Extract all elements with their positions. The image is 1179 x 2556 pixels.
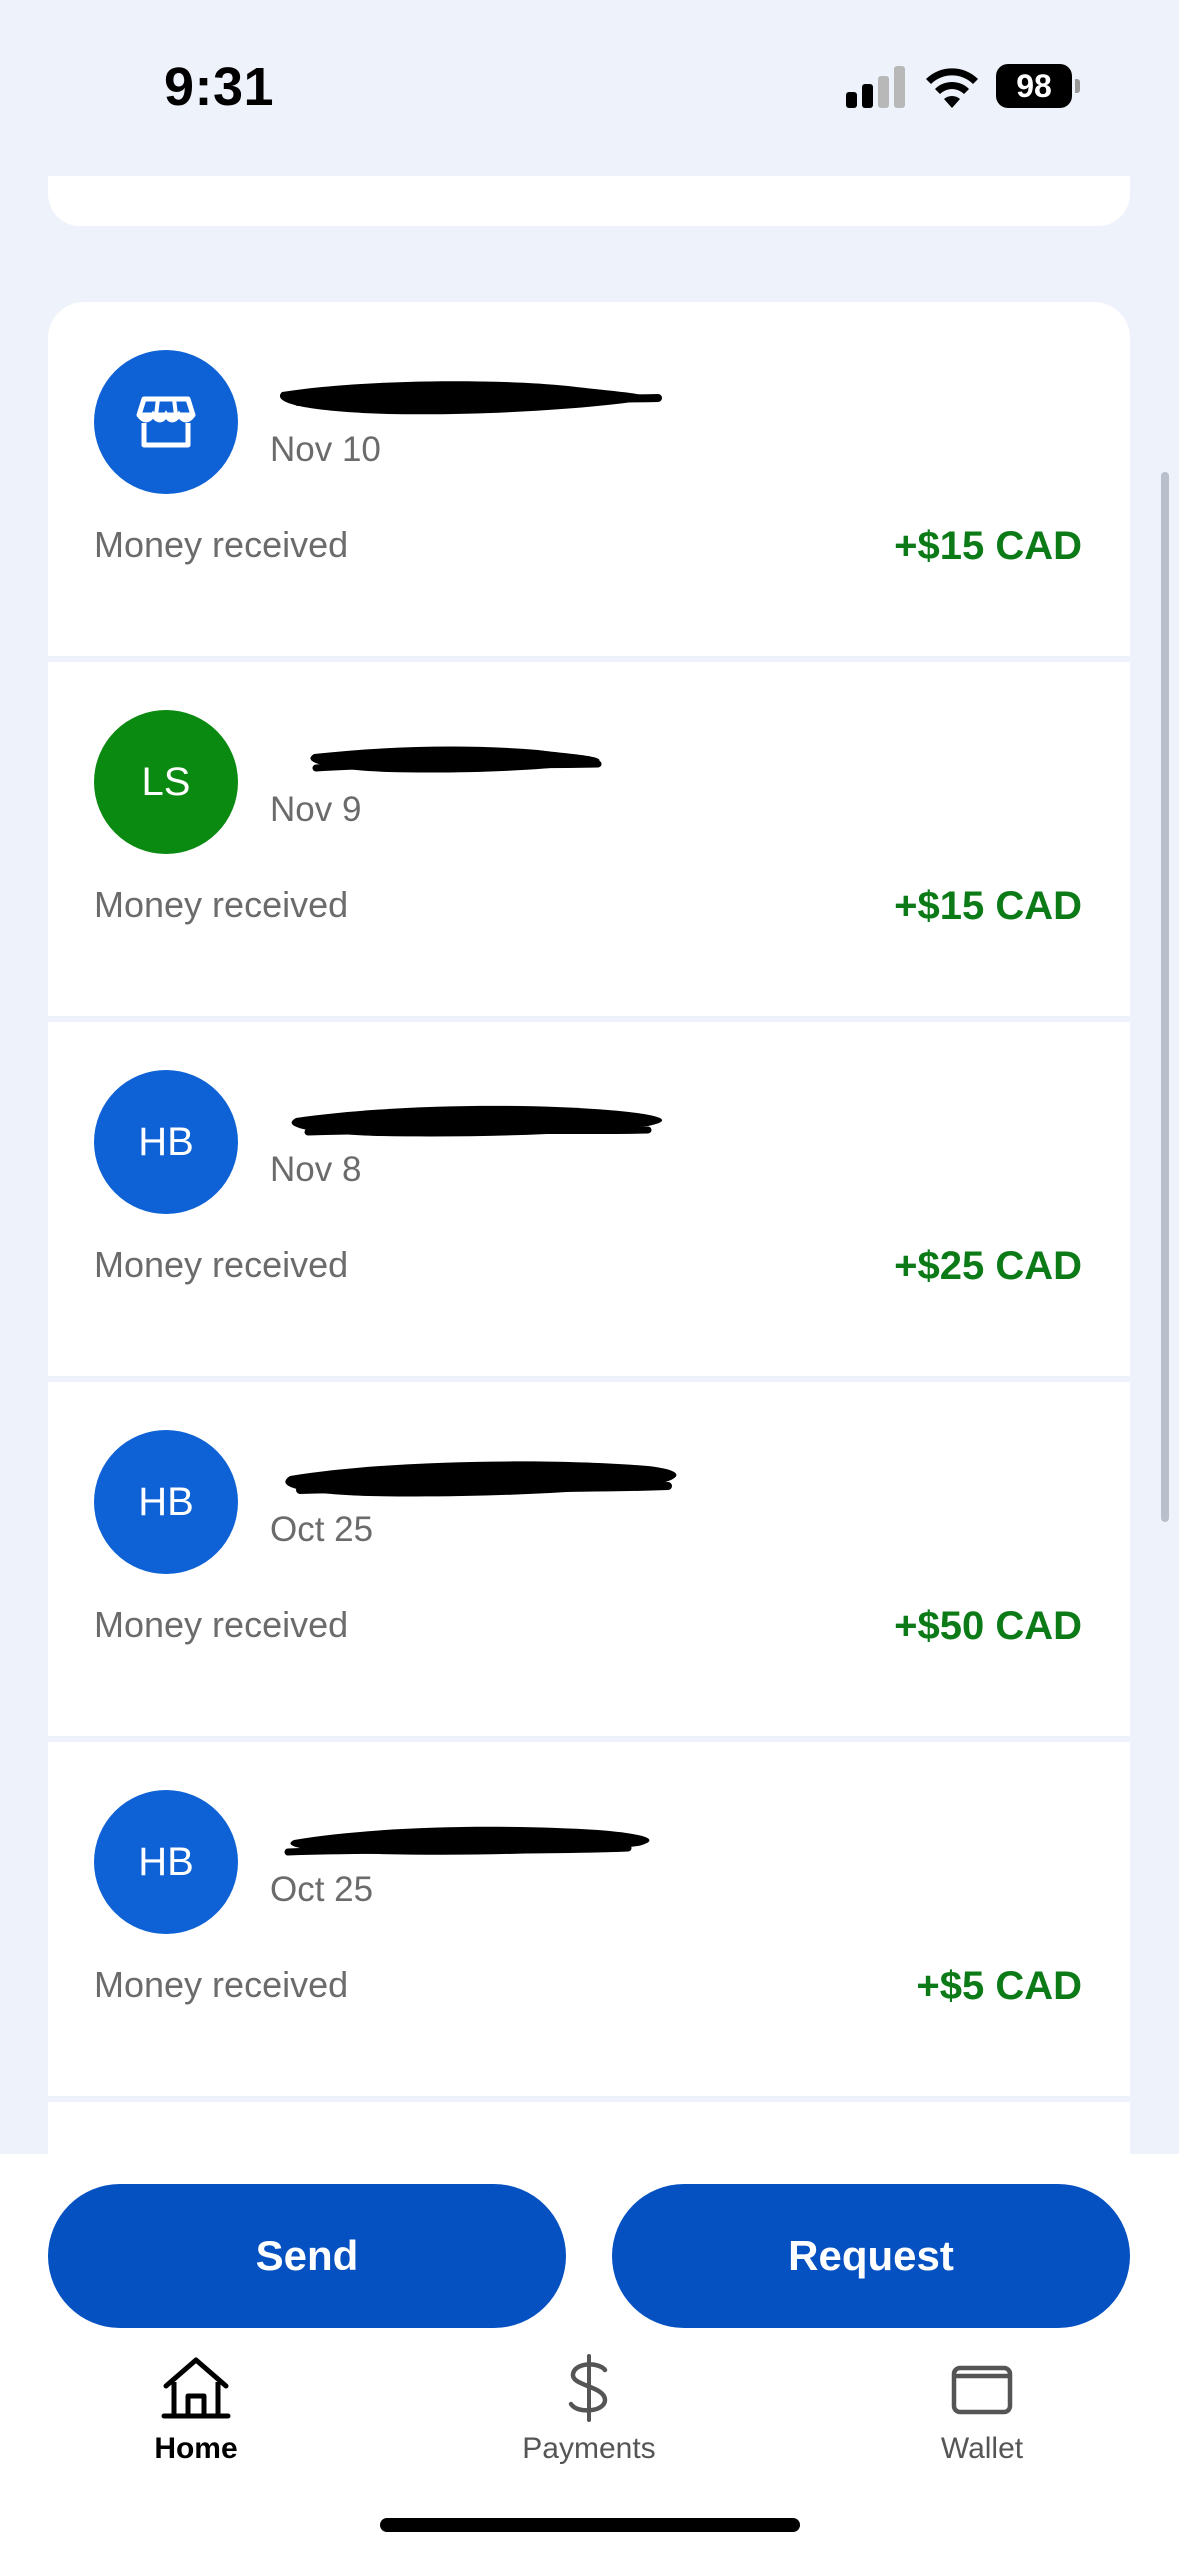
status-bar: 9:31 98 (0, 0, 1179, 176)
transaction-amount: +$50 CAD (894, 1604, 1082, 1648)
redacted-name (310, 746, 602, 773)
tab-wallet[interactable]: Wallet (862, 2352, 1102, 2466)
wifi-icon (926, 68, 978, 108)
redacted-name (279, 381, 662, 415)
wallet-icon (951, 2365, 1013, 2415)
home-icon (161, 2357, 231, 2419)
transaction-description: Money received (94, 1244, 349, 1285)
transaction-item[interactable]: LS Nov 9 Money received +$15 CAD (48, 662, 1130, 1016)
transaction-date: Nov 10 (270, 430, 381, 469)
send-button[interactable]: Send (48, 2184, 566, 2328)
dollar-icon (568, 2354, 608, 2422)
request-button[interactable]: Request (612, 2184, 1130, 2328)
transaction-amount: +$15 CAD (894, 524, 1082, 568)
transaction-amount: +$15 CAD (894, 884, 1082, 928)
battery-level: 98 (1016, 68, 1052, 104)
transaction-description: Money received (94, 524, 349, 565)
redacted-name (284, 1826, 650, 1856)
transaction-description: Money received (94, 1964, 349, 2005)
transaction-item[interactable]: HB Oct 25 Money received +$5 CAD (48, 1742, 1130, 2096)
home-indicator (380, 2518, 800, 2532)
transaction-item[interactable]: HB Nov 8 Money received +$25 CAD (48, 1022, 1130, 1376)
battery-indicator: 98 (996, 64, 1080, 108)
transaction-item[interactable]: Nov 10 Money received +$15 CAD (48, 302, 1130, 656)
avatar: HB (94, 1430, 238, 1574)
cellular-signal-icon (846, 66, 906, 108)
transaction-date: Oct 25 (270, 1510, 374, 1549)
tab-payments[interactable]: Payments (469, 2352, 709, 2466)
transaction-date: Nov 8 (270, 1150, 362, 1189)
scrollbar[interactable] (1161, 472, 1169, 1522)
transaction-amount: +$5 CAD (916, 1964, 1082, 2008)
transaction-description: Money received (94, 1604, 349, 1645)
avatar (94, 350, 238, 494)
transaction-description: Money received (94, 884, 349, 925)
transaction-list[interactable]: Nov 10 Money received +$15 CAD LS Nov 9 … (48, 302, 1130, 2462)
store-icon (136, 396, 196, 448)
screen: 9:31 98 Nov 10 Money received +$15 CAD L… (0, 0, 1179, 2556)
tab-home[interactable]: Home (76, 2352, 316, 2466)
tab-label: Home (154, 2432, 238, 2465)
transaction-item[interactable]: HB Oct 25 Money received +$50 CAD (48, 1382, 1130, 1736)
transaction-date: Nov 9 (270, 790, 362, 829)
redacted-name (285, 1461, 677, 1497)
avatar: LS (94, 710, 238, 854)
transaction-amount: +$25 CAD (894, 1244, 1082, 1288)
redacted-name (291, 1105, 663, 1137)
avatar: HB (94, 1070, 238, 1214)
bottom-panel: Send Request Home Payments Wallet (0, 2154, 1179, 2556)
transaction-date: Oct 25 (270, 1870, 374, 1909)
tab-label: Wallet (940, 2432, 1024, 2465)
status-time: 9:31 (164, 57, 275, 117)
avatar: HB (94, 1790, 238, 1934)
tab-label: Payments (522, 2432, 656, 2465)
